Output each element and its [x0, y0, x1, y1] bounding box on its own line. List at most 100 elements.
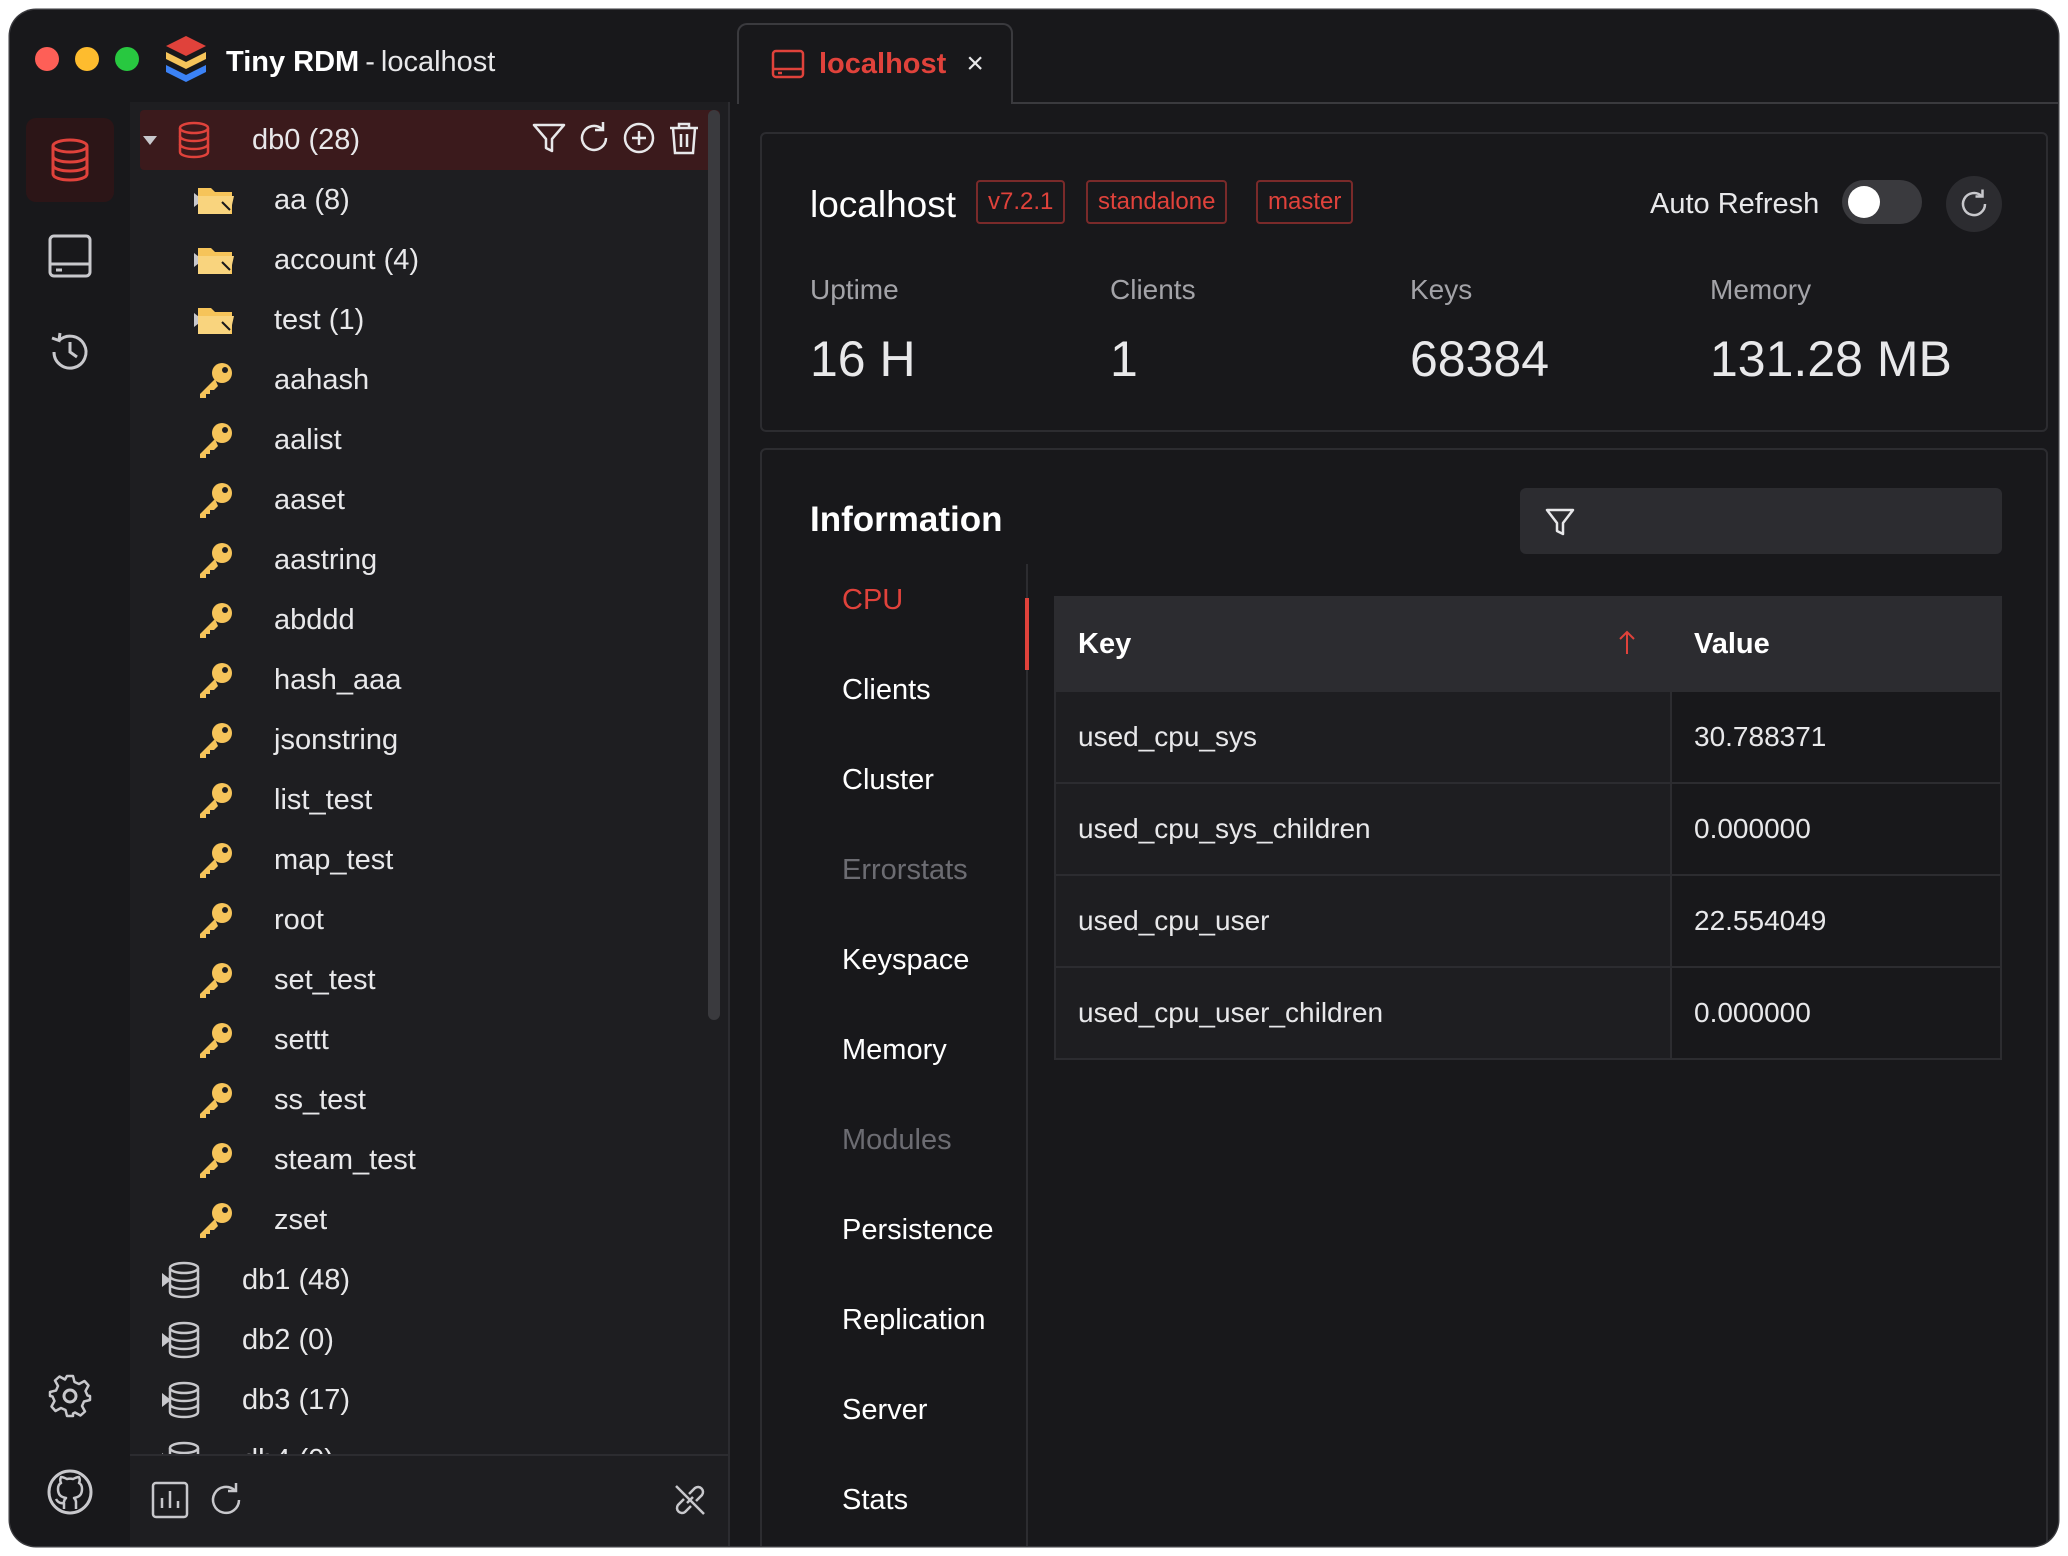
- tree-label: aastring: [274, 543, 378, 576]
- column-header-value[interactable]: Value: [1694, 598, 1770, 690]
- tree-scrollbar[interactable]: [708, 110, 720, 1020]
- info-filter-input[interactable]: [1592, 498, 1982, 544]
- column-header-key[interactable]: Key: [1078, 598, 1131, 690]
- stat-value: 16 H: [810, 331, 916, 387]
- table-row[interactable]: used_cpu_user_children 0.000000: [1056, 966, 2000, 1058]
- category-stats[interactable]: Stats: [842, 1484, 908, 1517]
- category-errorstats: Errorstats: [842, 854, 968, 886]
- rail-github-button[interactable]: [26, 1450, 114, 1534]
- database-icon: [168, 1381, 200, 1419]
- tree-folder[interactable]: aa (8): [130, 170, 720, 230]
- category-cluster[interactable]: Cluster: [842, 764, 934, 797]
- tree-key[interactable]: aalist: [130, 410, 720, 470]
- tree-label: hash_aaa: [274, 663, 402, 696]
- category-server[interactable]: Server: [842, 1394, 927, 1427]
- filter-icon[interactable]: [531, 120, 567, 156]
- stat-keys: Keys 68384: [1410, 274, 1549, 388]
- refresh-icon[interactable]: [206, 1480, 246, 1520]
- server-icon: [48, 234, 92, 278]
- auto-refresh-toggle[interactable]: [1842, 180, 1922, 224]
- tree-label: root: [274, 903, 324, 936]
- chart-icon[interactable]: [150, 1480, 190, 1520]
- tree-label: aalist: [274, 423, 342, 456]
- key-icon: [200, 603, 232, 638]
- tree-label: abddd: [274, 603, 355, 636]
- tree-db0[interactable]: db0 (28): [140, 110, 720, 170]
- window-maximize-button[interactable]: [115, 47, 139, 71]
- trash-icon[interactable]: [666, 120, 702, 156]
- category-replication[interactable]: Replication: [842, 1304, 985, 1337]
- tab-close-icon[interactable]: ×: [966, 49, 984, 79]
- tree-db[interactable]: db4 (0): [130, 1430, 720, 1454]
- tree-key[interactable]: map_test: [130, 830, 720, 890]
- table-row[interactable]: used_cpu_sys 30.788371: [1056, 690, 2000, 782]
- category-cpu[interactable]: CPU: [842, 584, 903, 617]
- nav-rail: [10, 102, 130, 1546]
- category-divider: [1026, 564, 1028, 1546]
- key-browser-sidebar: db0 (28) aa (8) account (4) test (1) aahash…: [130, 102, 730, 1546]
- category-memory[interactable]: Memory: [842, 1034, 947, 1067]
- tree-key[interactable]: ss_test: [130, 1070, 720, 1130]
- tree-key[interactable]: set_test: [130, 950, 720, 1010]
- tree-key[interactable]: aahash: [130, 350, 720, 410]
- key-icon: [200, 423, 232, 458]
- tree-label: db2 (0): [242, 1323, 334, 1356]
- database-icon: [168, 1261, 200, 1299]
- tree-key[interactable]: aaset: [130, 470, 720, 530]
- category-keyspace[interactable]: Keyspace: [842, 944, 969, 977]
- refresh-icon: [1961, 189, 1987, 217]
- table-cell-value: 30.788371: [1672, 692, 2000, 782]
- tree-key[interactable]: root: [130, 890, 720, 950]
- tree-key[interactable]: aastring: [130, 530, 720, 590]
- refresh-button[interactable]: [1946, 176, 2002, 232]
- tree-key[interactable]: jsonstring: [130, 710, 720, 770]
- table-cell-value: 0.000000: [1672, 784, 2000, 874]
- window-minimize-button[interactable]: [75, 47, 99, 71]
- database-icon: [168, 1441, 200, 1454]
- server-status-panel: localhost v7.2.1 standalone master Auto …: [730, 104, 2058, 1546]
- tree-key[interactable]: list_test: [130, 770, 720, 830]
- stat-clients: Clients 1: [1110, 274, 1196, 388]
- window-close-button[interactable]: [35, 47, 59, 71]
- stat-label: Keys: [1410, 274, 1473, 305]
- rail-server-button[interactable]: [26, 214, 114, 298]
- tab-localhost[interactable]: localhost ×: [737, 23, 1013, 103]
- category-persistence[interactable]: Persistence: [842, 1214, 994, 1247]
- tree-folder[interactable]: test (1): [130, 290, 720, 350]
- tree-db[interactable]: db3 (17): [130, 1370, 720, 1430]
- tree-key[interactable]: zset: [130, 1190, 720, 1250]
- tree-label: set_test: [274, 963, 376, 996]
- database-icon: [51, 138, 89, 182]
- tree-key[interactable]: steam_test: [130, 1130, 720, 1190]
- tree-label: settt: [274, 1023, 329, 1056]
- key-icon: [200, 903, 232, 938]
- tree-db[interactable]: db1 (48): [130, 1250, 720, 1310]
- category-clients[interactable]: Clients: [842, 674, 931, 707]
- github-icon: [47, 1469, 93, 1515]
- link-icon[interactable]: [670, 1480, 710, 1520]
- key-icon: [200, 1143, 232, 1178]
- refresh-icon[interactable]: [576, 120, 612, 156]
- chevron-down-icon[interactable]: [143, 136, 157, 145]
- tree-key[interactable]: settt: [130, 1010, 720, 1070]
- rail-history-button[interactable]: [26, 310, 114, 394]
- tree-label: account (4): [274, 243, 420, 276]
- tree-label: test (1): [274, 303, 365, 336]
- table-row[interactable]: used_cpu_user 22.554049: [1056, 874, 2000, 966]
- folder-icon: [198, 308, 234, 334]
- info-filter[interactable]: [1520, 488, 2002, 554]
- table-row[interactable]: used_cpu_sys_children 0.000000: [1056, 782, 2000, 874]
- rail-settings-button[interactable]: [26, 1354, 114, 1438]
- sidebar-footer: [130, 1454, 728, 1546]
- rail-browser-button[interactable]: [26, 118, 114, 202]
- tree-key[interactable]: hash_aaa: [130, 650, 720, 710]
- stat-value: 68384: [1410, 331, 1550, 387]
- tree-folder[interactable]: account (4): [130, 230, 720, 290]
- auto-refresh-label: Auto Refresh: [1650, 188, 1820, 220]
- sort-ascending-icon[interactable]: [1612, 628, 1642, 658]
- tree-label: steam_test: [274, 1143, 416, 1176]
- tree-db[interactable]: db2 (0): [130, 1310, 720, 1370]
- add-icon[interactable]: [621, 120, 657, 156]
- tree-key[interactable]: abddd: [130, 590, 720, 650]
- key-icon: [200, 663, 232, 698]
